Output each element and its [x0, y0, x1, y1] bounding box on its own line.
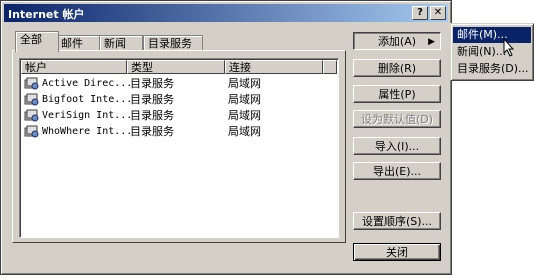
close-button[interactable]: 关闭: [353, 243, 441, 261]
directory-service-icon: [24, 93, 39, 106]
import-button[interactable]: 导入(I)...: [353, 137, 441, 155]
internet-accounts-dialog: Internet 帐户 ? ✕ 全部 邮件 新闻 目录服务 帐户 类型 连接 A…: [0, 0, 452, 275]
title-bar[interactable]: Internet 帐户 ? ✕: [4, 4, 448, 22]
delete-button[interactable]: 删除(R): [353, 59, 441, 77]
close-window-button[interactable]: ✕: [430, 6, 446, 20]
account-name: VeriSign Int...: [42, 110, 133, 121]
account-name: Bigfoot Inte...: [42, 94, 133, 105]
tab-panel: 帐户 类型 连接 Active Direc... 目录服务 局域网 Bigfoo…: [12, 50, 346, 243]
directory-service-icon: [24, 109, 39, 122]
directory-service-icon: [24, 77, 39, 90]
account-type: 目录服务: [130, 93, 174, 106]
column-header-account[interactable]: 帐户: [21, 60, 127, 74]
account-name: Active Direc...: [42, 78, 133, 89]
tab-all[interactable]: 全部: [15, 31, 59, 52]
menu-item-mail[interactable]: 邮件(M)...: [453, 27, 531, 43]
menu-item-directory-service[interactable]: 目录服务(D)...: [453, 61, 531, 77]
set-default-button[interactable]: 设为默认值(D): [353, 110, 441, 128]
add-button-label: 添加(A): [377, 35, 417, 48]
account-connection: 局域网: [228, 93, 261, 106]
list-item[interactable]: VeriSign Int... 目录服务 局域网: [22, 108, 334, 123]
export-button[interactable]: 导出(E)...: [353, 162, 441, 180]
column-header-filler: [323, 60, 337, 74]
menu-item-news[interactable]: 新闻(N)...: [453, 44, 531, 60]
account-connection: 局域网: [228, 125, 261, 138]
add-button[interactable]: 添加(A) ▶: [353, 32, 441, 50]
account-type: 目录服务: [130, 125, 174, 138]
list-item[interactable]: Active Direc... 目录服务 局域网: [22, 76, 334, 91]
list-header: 帐户 类型 连接: [21, 60, 337, 74]
account-connection: 局域网: [228, 77, 261, 90]
properties-button[interactable]: 属性(P): [353, 85, 441, 103]
list-item[interactable]: WhoWhere Int... 目录服务 局域网: [22, 124, 334, 139]
column-header-connection[interactable]: 连接: [225, 60, 323, 74]
list-item[interactable]: Bigfoot Inte... 目录服务 局域网: [22, 92, 334, 107]
account-name: WhoWhere Int...: [42, 126, 133, 137]
add-submenu: 邮件(M)... 新闻(N)... 目录服务(D)...: [450, 23, 534, 81]
account-type: 目录服务: [130, 77, 174, 90]
window-title: Internet 帐户: [8, 8, 85, 21]
directory-service-icon: [24, 125, 39, 138]
column-header-type[interactable]: 类型: [127, 60, 225, 74]
mouse-cursor-icon: [503, 38, 515, 57]
account-type: 目录服务: [130, 109, 174, 122]
accounts-list[interactable]: 帐户 类型 连接 Active Direc... 目录服务 局域网 Bigfoo…: [19, 58, 339, 238]
submenu-arrow-icon: ▶: [428, 37, 435, 47]
account-connection: 局域网: [228, 109, 261, 122]
set-order-button[interactable]: 设置顺序(S)...: [353, 212, 441, 230]
help-button[interactable]: ?: [412, 6, 428, 20]
